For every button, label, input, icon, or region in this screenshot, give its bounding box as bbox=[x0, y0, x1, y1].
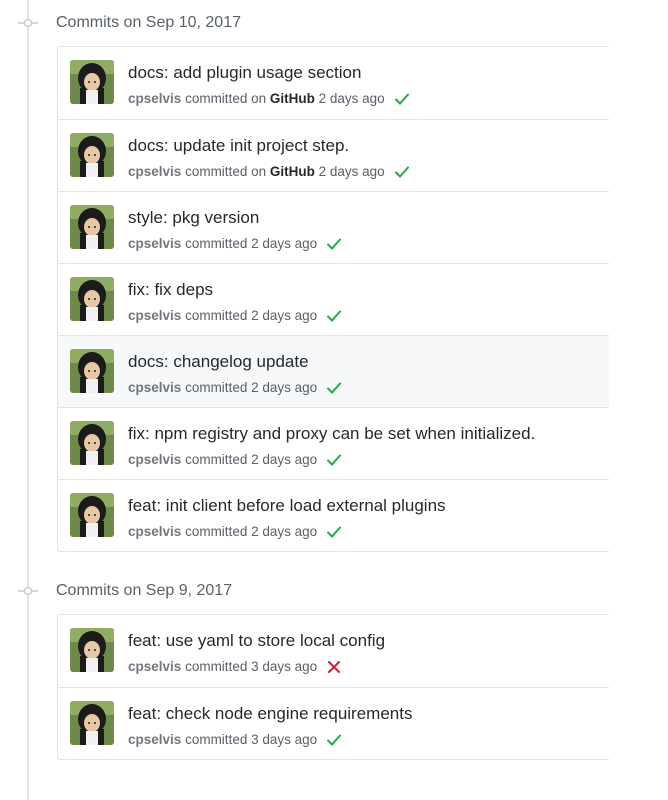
committed-label: committed bbox=[185, 380, 248, 395]
committed-label: committed on bbox=[185, 91, 267, 106]
commit-time: 2 days ago bbox=[318, 164, 385, 179]
commit-meta: cpselvis committed 2 days ago bbox=[128, 308, 342, 323]
commit-node-icon bbox=[18, 18, 38, 28]
commit-item[interactable]: feat: use yaml to store local config cpse… bbox=[58, 615, 609, 687]
commit-node-icon bbox=[18, 586, 38, 596]
commit-message-link[interactable]: feat: init client before load external p… bbox=[128, 496, 446, 516]
commit-author-link[interactable]: cpselvis bbox=[128, 91, 181, 106]
avatar[interactable] bbox=[70, 421, 114, 465]
commit-group: Commits on Sep 10, 2017 docs: add plugin … bbox=[0, 0, 668, 568]
avatar[interactable] bbox=[70, 349, 114, 393]
commit-time: 3 days ago bbox=[251, 732, 318, 747]
commit-time: 2 days ago bbox=[318, 91, 385, 106]
success-check-icon[interactable] bbox=[327, 310, 342, 322]
success-check-icon[interactable] bbox=[327, 734, 342, 746]
commit-author-link[interactable]: cpselvis bbox=[128, 164, 181, 179]
commit-time: 2 days ago bbox=[251, 524, 318, 539]
commit-meta: cpselvis committed 3 days ago bbox=[128, 659, 341, 674]
commit-meta: cpselvis committed on GitHub 2 days ago bbox=[128, 164, 409, 179]
commit-meta: cpselvis committed 2 days ago bbox=[128, 452, 342, 467]
committed-label: committed bbox=[185, 308, 248, 323]
commit-meta: cpselvis committed 2 days ago bbox=[128, 380, 342, 395]
failure-x-icon[interactable] bbox=[327, 660, 341, 673]
commit-message-link[interactable]: fix: npm registry and proxy can be set w… bbox=[128, 424, 535, 444]
commit-group-date: Commits on Sep 10, 2017 bbox=[56, 14, 241, 31]
committed-label: committed on bbox=[185, 164, 267, 179]
commit-item[interactable]: feat: init client before load external p… bbox=[58, 479, 609, 551]
success-check-icon[interactable] bbox=[327, 526, 342, 538]
commit-item[interactable]: fix: fix deps cpselvis committed 2 days a… bbox=[58, 263, 609, 335]
commit-list: docs: add plugin usage section cpselvis c… bbox=[57, 46, 609, 552]
avatar[interactable] bbox=[70, 60, 114, 104]
commit-history: Commits on Sep 10, 2017 docs: add plugin … bbox=[0, 0, 668, 776]
commit-group-date: Commits on Sep 9, 2017 bbox=[56, 582, 233, 599]
avatar[interactable] bbox=[70, 205, 114, 249]
commit-list: feat: use yaml to store local config cpse… bbox=[57, 614, 609, 760]
committed-via: GitHub bbox=[269, 91, 315, 106]
commit-author-link[interactable]: cpselvis bbox=[128, 380, 181, 395]
commit-meta: cpselvis committed 2 days ago bbox=[128, 524, 342, 539]
avatar[interactable] bbox=[70, 133, 114, 177]
commit-author-link[interactable]: cpselvis bbox=[128, 659, 181, 674]
success-check-icon[interactable] bbox=[327, 382, 342, 394]
success-check-icon[interactable] bbox=[327, 454, 342, 466]
commit-time: 2 days ago bbox=[251, 308, 318, 323]
commit-meta: cpselvis committed 2 days ago bbox=[128, 236, 342, 251]
commit-group: Commits on Sep 9, 2017 feat: use yaml to … bbox=[0, 568, 668, 776]
commit-item[interactable]: docs: changelog update cpselvis committed… bbox=[58, 335, 609, 407]
success-check-icon[interactable] bbox=[327, 238, 342, 250]
committed-label: committed bbox=[185, 732, 248, 747]
commit-author-link[interactable]: cpselvis bbox=[128, 524, 181, 539]
commit-author-link[interactable]: cpselvis bbox=[128, 452, 181, 467]
commit-message-link[interactable]: docs: update init project step. bbox=[128, 136, 349, 156]
commit-time: 2 days ago bbox=[251, 452, 318, 467]
commit-message-link[interactable]: feat: check node engine requirements bbox=[128, 704, 412, 724]
commit-message-link[interactable]: fix: fix deps bbox=[128, 280, 213, 300]
commit-author-link[interactable]: cpselvis bbox=[128, 308, 181, 323]
commit-author-link[interactable]: cpselvis bbox=[128, 732, 181, 747]
commit-meta: cpselvis committed on GitHub 2 days ago bbox=[128, 91, 409, 106]
committed-label: committed bbox=[185, 236, 248, 251]
commit-time: 2 days ago bbox=[251, 236, 318, 251]
avatar[interactable] bbox=[70, 701, 114, 745]
success-check-icon[interactable] bbox=[394, 93, 409, 105]
commit-message-link[interactable]: style: pkg version bbox=[128, 208, 259, 228]
committed-label: committed bbox=[185, 452, 248, 467]
commit-item[interactable]: docs: add plugin usage section cpselvis c… bbox=[58, 47, 609, 119]
avatar[interactable] bbox=[70, 277, 114, 321]
commit-item[interactable]: style: pkg version cpselvis committed 2 d… bbox=[58, 191, 609, 263]
commit-author-link[interactable]: cpselvis bbox=[128, 236, 181, 251]
commit-item[interactable]: fix: npm registry and proxy can be set w… bbox=[58, 407, 609, 479]
committed-via: GitHub bbox=[269, 164, 315, 179]
commit-time: 2 days ago bbox=[251, 380, 318, 395]
avatar[interactable] bbox=[70, 628, 114, 672]
commit-time: 3 days ago bbox=[251, 659, 318, 674]
commit-group-header: Commits on Sep 9, 2017 bbox=[0, 568, 668, 614]
success-check-icon[interactable] bbox=[394, 166, 409, 178]
commit-item[interactable]: docs: update init project step. cpselvis … bbox=[58, 119, 609, 191]
commit-group-header: Commits on Sep 10, 2017 bbox=[0, 0, 668, 46]
commit-message-link[interactable]: docs: changelog update bbox=[128, 352, 309, 372]
committed-label: committed bbox=[185, 659, 248, 674]
commit-meta: cpselvis committed 3 days ago bbox=[128, 732, 342, 747]
committed-label: committed bbox=[185, 524, 248, 539]
avatar[interactable] bbox=[70, 493, 114, 537]
commit-message-link[interactable]: docs: add plugin usage section bbox=[128, 63, 361, 83]
commit-message-link[interactable]: feat: use yaml to store local config bbox=[128, 631, 385, 651]
commit-item[interactable]: feat: check node engine requirements cpse… bbox=[58, 687, 609, 759]
